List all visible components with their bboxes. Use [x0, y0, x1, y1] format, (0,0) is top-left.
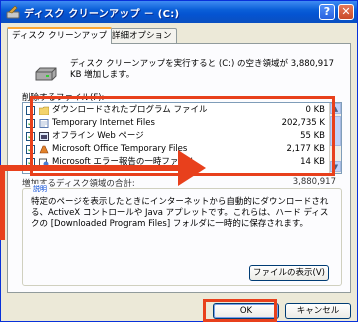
title-bar[interactable]: ディスク クリーンアップ － (C:) ? ✕: [1, 1, 357, 23]
checkbox[interactable]: ✓: [26, 119, 35, 128]
file-name: Temporary Internet Files: [52, 118, 155, 128]
close-button[interactable]: ✕: [338, 4, 354, 20]
file-name: ダウンロードされたプログラム ファイル: [52, 105, 208, 115]
checkbox[interactable]: [26, 106, 35, 115]
scroll-up-icon[interactable]: ▲: [330, 103, 341, 114]
window-title: ディスク クリーンアップ － (C:): [24, 9, 180, 20]
list-scrollbar[interactable]: ▲ ▼: [329, 103, 341, 173]
list-item[interactable]: ダウンロードされたプログラム ファイル 0 KB: [23, 104, 329, 117]
help-button[interactable]: ?: [319, 4, 335, 20]
file-size: 2,177 KB: [286, 144, 325, 154]
file-size: 202,735 K: [281, 118, 325, 128]
total-space-value: 3,880,917: [292, 177, 336, 187]
tab-more-options[interactable]: 詳細オプション: [107, 28, 177, 43]
scroll-thumb[interactable]: [330, 116, 341, 146]
tab-disk-cleanup[interactable]: ディスク クリーンアップ: [7, 27, 113, 44]
cancel-button[interactable]: キャンセル: [285, 303, 351, 319]
view-files-button[interactable]: ファイルの表示(V): [249, 265, 329, 281]
scroll-down-icon[interactable]: ▼: [330, 161, 341, 172]
folder-icon: [39, 106, 49, 115]
list-item[interactable]: ✓ Temporary Internet Files 202,735 K: [23, 117, 329, 130]
hard-drive-icon: [35, 67, 57, 81]
annotation-arrow: [0, 150, 206, 240]
disk-cleanup-icon: [6, 5, 20, 19]
ok-button[interactable]: OK: [213, 303, 279, 319]
intro-text: ディスク クリーンアップを実行すると (C:) の空き領域が 3,880,917…: [70, 59, 334, 80]
file-size: 0 KB: [305, 105, 325, 115]
internet-files-icon: [39, 119, 49, 128]
file-size: 55 KB: [300, 131, 325, 141]
file-size: 14 KB: [300, 157, 325, 167]
